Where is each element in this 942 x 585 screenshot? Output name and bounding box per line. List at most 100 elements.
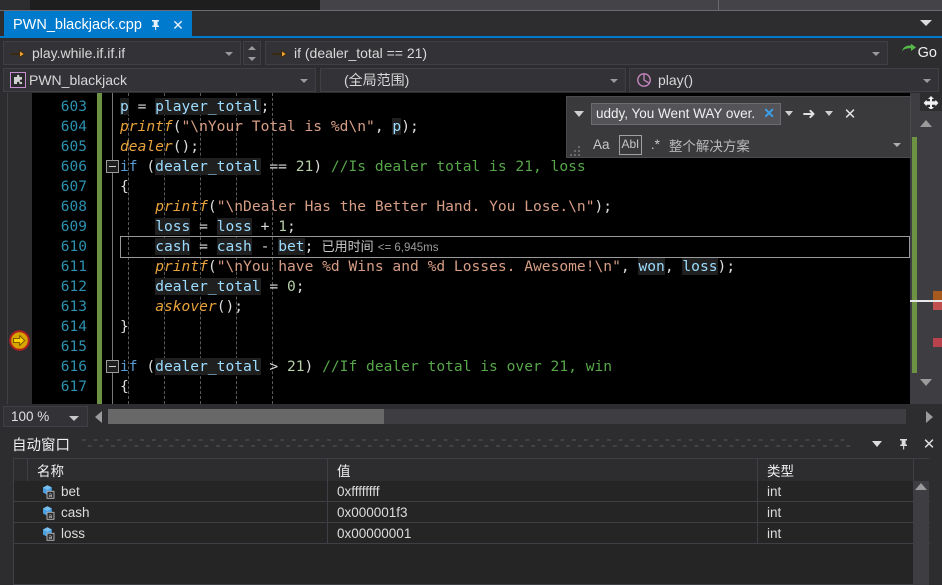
autos-cell-value[interactable]: 0x00000001 (328, 523, 758, 544)
close-icon[interactable]: ✕ (170, 16, 186, 34)
chevron-down-icon[interactable] (872, 52, 880, 56)
match-case-toggle[interactable]: Aa (593, 135, 610, 155)
autos-grid[interactable]: 名称 值 类型 a bet 0xffffffff int a cash 0x000001f3… (13, 458, 930, 585)
find-scope-label: 整个解决方案 (668, 138, 750, 154)
fold-guide-line (112, 93, 113, 404)
autos-cell-value[interactable]: 0x000001f3 (328, 502, 758, 523)
code-token: "\nDealer Has the Better Hand. You Lose.… (216, 198, 595, 215)
code-token: = (260, 278, 287, 295)
find-scope-chevron-down-icon[interactable] (893, 143, 901, 147)
editor-splitter-handle[interactable] (920, 93, 942, 111)
code-line[interactable]: if (dealer_total == 21) //Is dealer tota… (120, 157, 586, 177)
fold-collapse-button[interactable] (106, 160, 119, 173)
autos-pin-icon[interactable] (890, 430, 916, 458)
scope-dropdown[interactable]: play.while.if.if.if (3, 41, 241, 65)
autos-cell-type[interactable]: int (758, 481, 914, 502)
code-token: + (251, 218, 279, 235)
find-row-primary: uddy, You Went WAY over. ✕ ➜ ✕ (567, 97, 912, 130)
autos-vertical-scrollbar[interactable] (913, 481, 929, 585)
code-line[interactable]: printf("\nYou have %d Wins and %d Losses… (155, 257, 735, 277)
code-line[interactable]: dealer(); (120, 137, 199, 157)
table-row[interactable]: a cash 0x000001f3 int (14, 502, 930, 523)
scroll-down-button[interactable] (918, 374, 934, 390)
scope-spinner[interactable] (243, 41, 261, 65)
chevron-down-icon[interactable] (69, 416, 79, 421)
editor-breakpoint-gutter[interactable] (0, 93, 32, 404)
table-row[interactable]: a loss 0x00000001 int (14, 523, 930, 544)
member-dropdown[interactable]: if (dealer_total == 21) (265, 41, 888, 65)
find-expand-chevron-down-icon[interactable] (567, 97, 591, 130)
project-puzzle-icon (10, 72, 26, 88)
code-folding-column[interactable] (106, 93, 120, 404)
hscroll-left-button[interactable] (91, 409, 106, 424)
line-number: 611 (60, 259, 87, 275)
scrollbar-mark-error-2 (933, 338, 942, 347)
hscroll-right-button[interactable] (922, 409, 937, 424)
autos-cell-type[interactable]: int (758, 502, 914, 523)
code-line[interactable]: if (dealer_total > 21) //If dealer total… (120, 357, 612, 377)
quick-find-panel[interactable]: uddy, You Went WAY over. ✕ ➜ ✕ Aa Abl .*… (566, 96, 911, 158)
spinner-up-button[interactable] (244, 42, 260, 53)
go-button[interactable]: Go (899, 42, 940, 64)
code-line[interactable]: dealer_total = 0; (155, 277, 305, 297)
zoom-level-dropdown[interactable]: 100 % (3, 406, 88, 427)
code-token: ( (137, 358, 156, 375)
chevron-down-icon[interactable] (225, 52, 233, 56)
code-line[interactable]: printf("\nDealer Has the Better Hand. Yo… (155, 197, 612, 217)
match-whole-word-toggle[interactable]: Abl (618, 134, 642, 155)
autos-scroll-up-icon[interactable] (915, 483, 927, 490)
method-icon (636, 72, 652, 88)
code-token: - (251, 238, 279, 255)
chevron-down-icon[interactable] (300, 79, 308, 83)
spinner-down-button[interactable] (244, 53, 260, 64)
fold-collapse-button[interactable] (106, 360, 119, 373)
code-line[interactable]: { (120, 377, 129, 397)
clear-x-icon[interactable]: ✕ (760, 105, 778, 122)
chevron-down-icon[interactable] (923, 79, 931, 83)
code-line[interactable]: } (120, 317, 129, 337)
project-dropdown[interactable]: PWN_blackjack (3, 68, 316, 92)
code-line[interactable]: cash = cash - bet; 已用时间 <= 6,945ms (155, 237, 439, 257)
find-history-chevron-down-icon[interactable] (781, 103, 797, 125)
autos-cell-name[interactable]: a loss (28, 523, 328, 544)
find-resize-grip[interactable] (569, 144, 581, 156)
find-options-chevron-down-icon[interactable] (821, 103, 837, 125)
code-token: , (664, 258, 683, 275)
autos-header-value[interactable]: 值 (328, 459, 758, 481)
code-token: > (260, 358, 287, 375)
global-scope-dropdown[interactable]: (全局范围) (320, 68, 626, 92)
autos-close-icon[interactable]: ✕ (916, 430, 942, 458)
code-line[interactable]: { (120, 177, 129, 197)
arrow-right-icon[interactable]: ➜ (797, 104, 821, 124)
autos-cell-name[interactable]: a cash (28, 502, 328, 523)
find-close-icon[interactable]: ✕ (837, 105, 863, 123)
autos-cell-type[interactable]: int (758, 523, 914, 544)
autos-cell-name[interactable]: a bet (28, 481, 328, 502)
find-input[interactable]: uddy, You Went WAY over. ✕ (591, 102, 781, 125)
editor-horizontal-scrollbar[interactable] (108, 409, 906, 424)
code-line[interactable]: askover(); (155, 297, 243, 317)
svg-text:a: a (49, 492, 53, 499)
hscroll-thumb[interactable] (108, 409, 384, 424)
chevron-down-icon[interactable] (610, 79, 618, 83)
tab-list-chevron-down-icon[interactable] (920, 20, 932, 26)
method-dropdown[interactable]: play() (629, 68, 939, 92)
code-line[interactable]: loss = loss + 1; (155, 217, 296, 237)
autos-cell-value[interactable]: 0xffffffff (328, 481, 758, 502)
line-number: 605 (60, 139, 87, 155)
current-execution-arrow-icon[interactable] (9, 330, 30, 351)
code-line[interactable]: printf("\nYour Total is %d\n", p); (120, 117, 419, 137)
scroll-up-button[interactable] (918, 115, 934, 131)
use-regex-toggle[interactable]: .* (651, 135, 660, 155)
pin-icon[interactable] (148, 16, 164, 34)
code-token: printf (120, 118, 173, 135)
editor-vertical-scrollbar[interactable] (910, 93, 942, 404)
code-token: printf (155, 198, 208, 215)
autos-header-name[interactable]: 名称 (28, 459, 328, 481)
code-line[interactable]: p = player_total; (120, 97, 269, 117)
tab-pwn-blackjack-cpp[interactable]: PWN_blackjack.cpp ✕ (4, 11, 192, 38)
autos-header-type[interactable]: 类型 (758, 459, 914, 481)
title-bar-drag-area[interactable] (78, 430, 856, 458)
autos-dropdown-chevron-down-icon[interactable] (864, 430, 890, 458)
table-row[interactable]: a bet 0xffffffff int (14, 481, 930, 502)
